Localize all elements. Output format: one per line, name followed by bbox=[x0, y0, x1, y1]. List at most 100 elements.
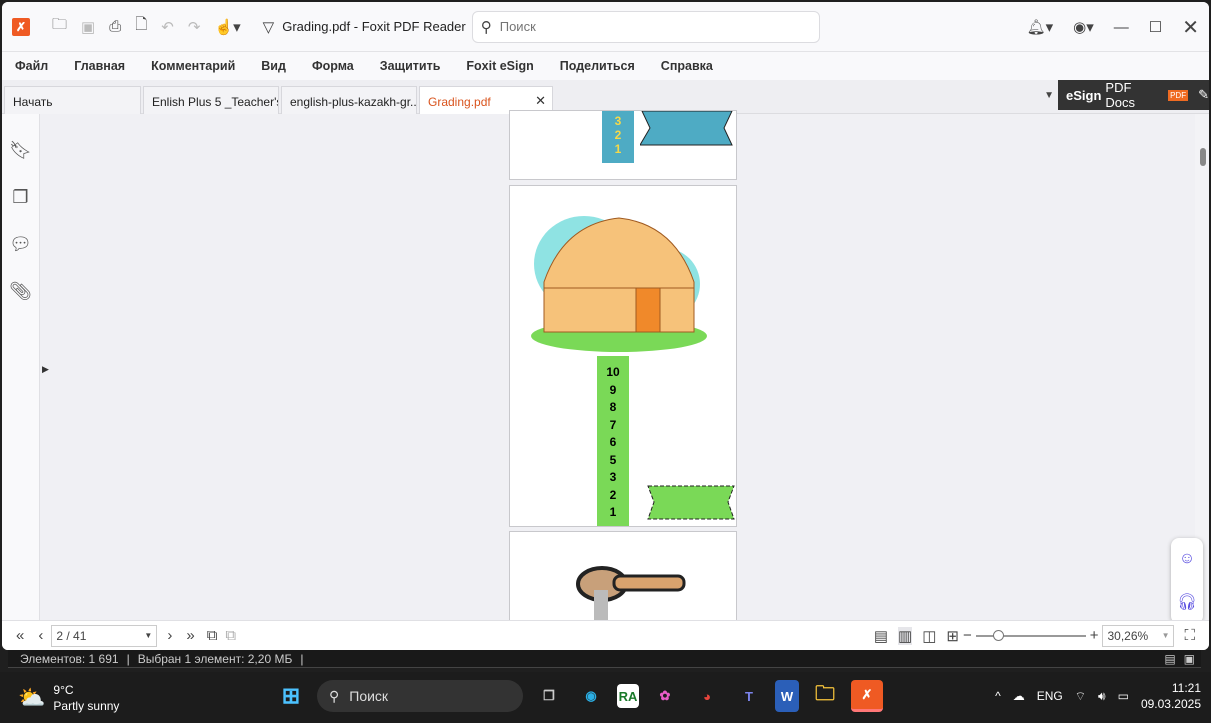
taskbar-search-label: Поиск bbox=[349, 688, 389, 704]
onedrive-icon[interactable]: ☁ bbox=[1013, 689, 1025, 703]
zoom-in-icon[interactable]: + bbox=[1090, 627, 1099, 644]
bookmark-icon[interactable]: 🔖︎ bbox=[9, 140, 32, 161]
close-button[interactable]: ✕ bbox=[1182, 15, 1199, 40]
score-number: 2 bbox=[609, 487, 617, 502]
zoom-field[interactable]: 30,26% ▼ bbox=[1102, 624, 1175, 647]
page-number-field[interactable]: 2 / 41 ▼ bbox=[51, 624, 158, 647]
last-page-icon[interactable]: » bbox=[186, 627, 194, 644]
task-view-icon[interactable]: ❐ bbox=[533, 680, 565, 712]
search-input[interactable] bbox=[499, 19, 800, 34]
yurt-image bbox=[531, 216, 707, 352]
score-number: 10 bbox=[606, 365, 620, 379]
word-icon[interactable]: W bbox=[775, 680, 799, 712]
previous-page-icon[interactable]: ‹ bbox=[38, 627, 43, 644]
score-number: 8 bbox=[609, 400, 617, 414]
file-explorer-icon[interactable]: 🗀 bbox=[809, 680, 841, 712]
clock[interactable]: 11:21 09.03.2025 bbox=[1141, 680, 1201, 712]
wifi-icon[interactable]: ⌔ bbox=[1075, 689, 1086, 704]
redo-icon[interactable]: ↷ bbox=[188, 18, 201, 36]
time: 11:21 bbox=[1171, 681, 1201, 695]
score-column-green: 10 9 8 7 6 5 3 2 1 bbox=[597, 356, 629, 526]
single-page-icon[interactable]: ▤ bbox=[874, 627, 888, 645]
weather-widget[interactable]: ⛅ 9°C Partly sunny bbox=[18, 682, 119, 714]
facing-icon[interactable]: ◫ bbox=[922, 627, 936, 645]
menu-protect[interactable]: Защитить bbox=[367, 59, 454, 73]
foxit-reader-icon[interactable]: ✗ bbox=[851, 680, 883, 712]
chrome-icon[interactable]: ◕ bbox=[691, 680, 723, 712]
tab-enlish-plus[interactable]: Enlish Plus 5 _Teacher's ... bbox=[143, 86, 279, 114]
page-number: 2 / 41 bbox=[56, 628, 87, 643]
document-icon[interactable]: 🗋 bbox=[135, 14, 147, 39]
zoom-slider[interactable] bbox=[975, 629, 1086, 641]
score-number: 1 bbox=[609, 505, 617, 519]
left-panel: 🔖︎ ❐ 💬︎ 📎︎ bbox=[2, 114, 40, 620]
menu-esign[interactable]: Foxit eSign bbox=[453, 59, 546, 73]
ra-app-icon[interactable]: RA bbox=[617, 684, 639, 708]
taskbar-search[interactable]: ⚲ Поиск bbox=[317, 680, 523, 712]
menu-bar: Файл Главная Комментарий Вид Форма Защит… bbox=[2, 52, 1209, 80]
previous-view-icon[interactable]: ⧉ bbox=[207, 627, 218, 644]
print-icon[interactable]: ⎙ bbox=[109, 18, 121, 35]
comments-icon[interactable]: 💬︎ bbox=[9, 234, 32, 255]
minimize-button[interactable]: — bbox=[1114, 19, 1129, 36]
tab-english-plus-kazakh[interactable]: english-plus-kazakh-gr... bbox=[281, 86, 417, 114]
continuous-page-icon[interactable]: ▥ bbox=[898, 626, 913, 645]
chevron-down-icon: ▼ bbox=[1161, 631, 1170, 640]
tab-list-dropdown-icon[interactable]: ▼ bbox=[1044, 90, 1054, 101]
continuous-facing-icon[interactable]: ⊞ bbox=[946, 627, 959, 645]
tab-start[interactable]: Начать bbox=[4, 86, 141, 114]
windows-start-icon[interactable]: ⊞ bbox=[275, 680, 307, 712]
next-view-icon[interactable]: ⧉ bbox=[225, 627, 236, 644]
maximize-button[interactable]: ☐ bbox=[1149, 18, 1162, 36]
zoom-out-icon[interactable]: − bbox=[963, 627, 972, 644]
edge-icon[interactable]: ◉ bbox=[575, 680, 607, 712]
close-tab-icon[interactable]: ✕ bbox=[535, 93, 546, 109]
account-icon[interactable]: ◉▾ bbox=[1073, 18, 1094, 36]
first-page-icon[interactable]: « bbox=[16, 627, 24, 644]
esign-banner[interactable]: eSign PDF Docs PDF ✎ bbox=[1058, 80, 1209, 110]
menu-form[interactable]: Форма bbox=[299, 59, 367, 73]
foxit-logo-icon: ✗ bbox=[12, 17, 30, 36]
bell-icon[interactable]: 🔔︎▾ bbox=[1027, 18, 1054, 36]
menu-comment[interactable]: Комментарий bbox=[138, 59, 248, 73]
pdf-page-3 bbox=[509, 531, 737, 631]
search-box[interactable]: ⚲ bbox=[471, 10, 820, 43]
zoom-value: 30,26% bbox=[1107, 628, 1149, 643]
zoom-slider-handle[interactable] bbox=[992, 629, 1004, 641]
customize-toolbar-icon[interactable]: ▽ bbox=[263, 18, 275, 36]
volume-icon[interactable]: 🔊︎ bbox=[1098, 689, 1106, 704]
menu-view[interactable]: Вид bbox=[248, 59, 299, 73]
window-title: Grading.pdf - Foxit PDF Reader bbox=[282, 19, 466, 34]
document-area: 🔖︎ ❐ 💬︎ 📎︎ ▶ 3 2 1 10 9 8 7 6 5 3 2 1 ☺ … bbox=[2, 110, 1209, 631]
fullscreen-icon[interactable]: ⛶ bbox=[1184, 627, 1195, 644]
hand-tool-icon[interactable]: ☝▾ bbox=[214, 18, 240, 36]
expand-panel-icon[interactable]: ▶ bbox=[42, 364, 49, 375]
battery-icon[interactable]: ▭ bbox=[1118, 689, 1129, 703]
open-folder-icon[interactable]: 🗀 bbox=[52, 14, 67, 39]
details-view-icon[interactable]: ▤ bbox=[1164, 652, 1175, 666]
partly-sunny-icon: ⛅ bbox=[18, 685, 46, 710]
copilot-icon[interactable]: ✿ bbox=[649, 680, 681, 712]
ai-support-icon[interactable]: 🎧︎ bbox=[1177, 592, 1197, 612]
menu-help[interactable]: Справка bbox=[648, 59, 726, 73]
show-hidden-icons-icon[interactable]: ^ bbox=[995, 689, 1001, 703]
save-icon[interactable]: ▣ bbox=[81, 18, 95, 36]
tiles-view-icon[interactable]: ▣ bbox=[1184, 652, 1195, 666]
teams-icon[interactable]: T bbox=[733, 680, 765, 712]
next-page-icon[interactable]: › bbox=[167, 627, 172, 644]
ai-assistant-icon[interactable]: ☺ bbox=[1179, 550, 1195, 568]
pages-icon[interactable]: ❐ bbox=[12, 187, 28, 208]
menu-home[interactable]: Главная bbox=[61, 59, 138, 73]
scrollbar-thumb[interactable] bbox=[1200, 148, 1206, 166]
pdf-page-2: 10 9 8 7 6 5 3 2 1 bbox=[509, 185, 737, 527]
menu-share[interactable]: Поделиться bbox=[547, 59, 648, 73]
navigation-bar: « ‹ 2 / 41 ▼ › » ⧉ ⧉ ▤ ▥ ◫ ⊞ − + 30,26% ▼ … bbox=[2, 620, 1209, 650]
score-number: 9 bbox=[609, 382, 617, 397]
pdf-page-1: 3 2 1 bbox=[509, 110, 737, 180]
search-icon: ⚲ bbox=[329, 687, 340, 704]
search-icon: ⚲ bbox=[480, 18, 492, 36]
attachment-icon[interactable]: 📎︎ bbox=[9, 281, 32, 302]
language-indicator[interactable]: ENG bbox=[1037, 689, 1063, 703]
menu-file[interactable]: Файл bbox=[2, 59, 61, 73]
undo-icon[interactable]: ↶ bbox=[161, 18, 174, 36]
